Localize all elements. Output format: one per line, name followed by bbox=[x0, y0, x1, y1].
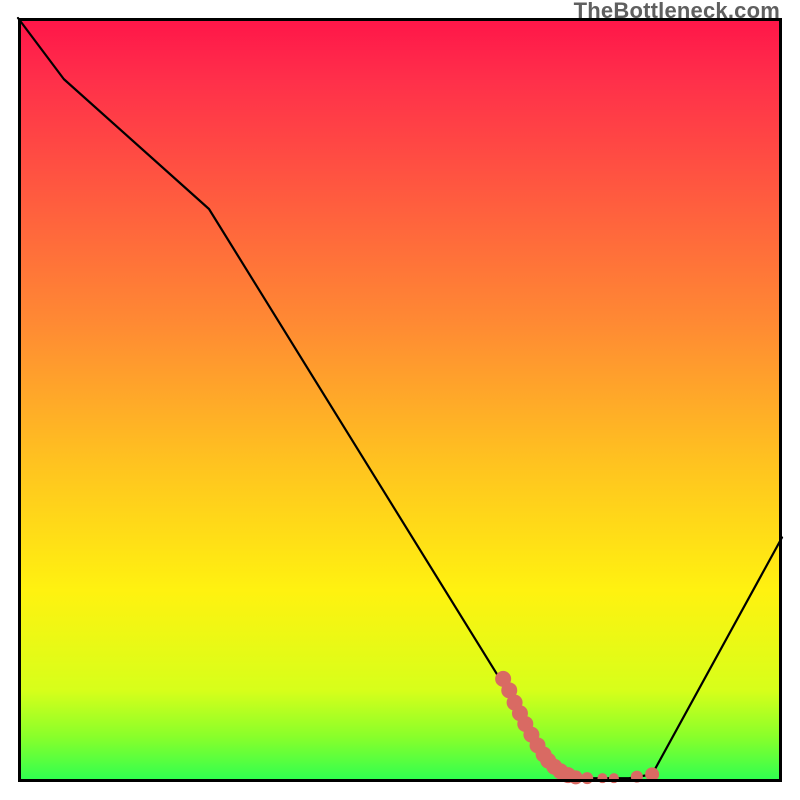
highlight-dots-group bbox=[495, 671, 659, 785]
bottleneck-curve-line bbox=[18, 18, 782, 778]
chart-frame bbox=[18, 18, 782, 782]
highlight-dot bbox=[609, 773, 619, 783]
highlight-dot bbox=[581, 772, 593, 784]
chart-plot bbox=[18, 18, 782, 782]
highlight-dot bbox=[645, 767, 659, 781]
highlight-dot bbox=[631, 771, 643, 783]
highlight-dot bbox=[569, 770, 583, 784]
chart-stage: TheBottleneck.com bbox=[0, 0, 800, 800]
highlight-dot bbox=[597, 773, 607, 783]
